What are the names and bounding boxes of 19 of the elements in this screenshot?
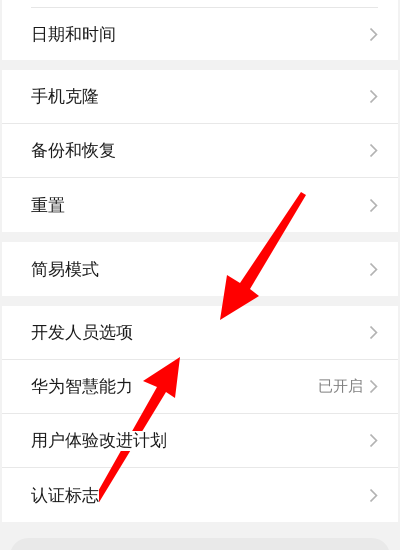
row-label: 开发人员选项 — [31, 323, 133, 343]
chevron-icon — [369, 89, 378, 104]
chevron-icon — [369, 488, 378, 502]
row-value: 已开启 — [318, 377, 363, 396]
row-label: 备份和恢复 — [31, 141, 116, 161]
row-label: 重置 — [31, 196, 65, 216]
chevron-icon — [369, 143, 378, 158]
row-label: 手机克隆 — [31, 87, 99, 107]
chevron-icon — [369, 262, 378, 276]
chevron-icon — [369, 325, 378, 340]
row-label: 日期和时间 — [31, 24, 116, 44]
chevron-icon — [369, 198, 378, 212]
row-label: 简易模式 — [31, 260, 99, 280]
row-label: 认证标志 — [31, 486, 99, 506]
chevron-icon — [369, 433, 378, 448]
chevron-icon — [369, 26, 378, 42]
row-label: 用户体验改进计划 — [31, 431, 167, 451]
chevron-icon — [369, 379, 378, 394]
row-label: 华为智慧能力 — [31, 377, 133, 397]
